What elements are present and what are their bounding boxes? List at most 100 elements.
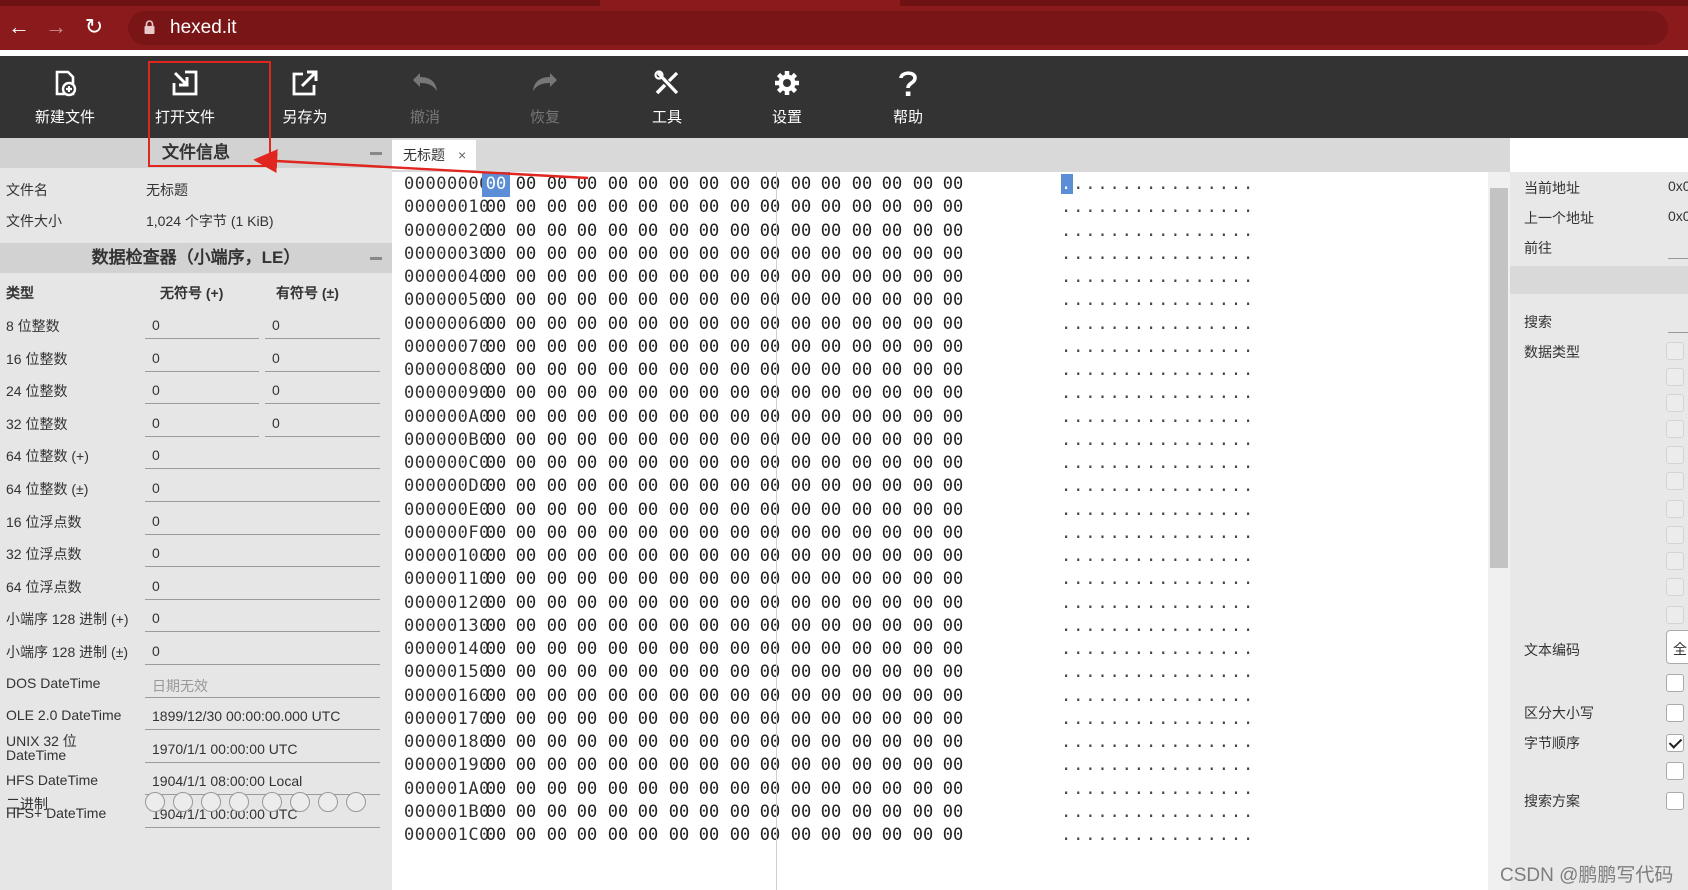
hex-byte[interactable]: 00 [512,430,540,450]
hex-byte[interactable]: 00 [543,407,571,427]
hex-byte[interactable]: 00 [726,779,754,799]
hex-byte[interactable]: 00 [939,523,967,543]
hex-byte[interactable]: 00 [665,383,693,403]
hex-byte[interactable]: 00 [726,360,754,380]
hex-byte[interactable]: 00 [787,500,815,520]
data-type-checkbox[interactable] [1666,606,1684,624]
hex-byte[interactable]: 00 [604,174,632,194]
hex-byte[interactable]: 00 [939,337,967,357]
ascii-column[interactable]: ................ [1061,709,1255,729]
hex-byte[interactable]: 00 [573,546,601,566]
hex-byte[interactable]: 00 [512,593,540,613]
hex-byte[interactable]: 00 [939,174,967,194]
hex-byte[interactable]: 00 [695,755,723,775]
hex-byte[interactable]: 00 [726,546,754,566]
hex-byte[interactable]: 00 [726,755,754,775]
hex-byte[interactable]: 00 [512,825,540,845]
hex-byte[interactable]: 00 [878,569,906,589]
new-file-button[interactable]: 新建文件 [0,56,130,138]
hex-byte[interactable]: 00 [878,244,906,264]
hex-byte[interactable]: 00 [604,476,632,496]
bit-toggle[interactable] [262,792,282,812]
hex-byte[interactable]: 00 [482,825,510,845]
hex-byte[interactable]: 00 [909,825,937,845]
ascii-cursor[interactable]: . [1061,174,1074,194]
ascii-column[interactable]: ................ [1061,337,1255,357]
hex-byte[interactable]: 00 [756,593,784,613]
hex-byte[interactable]: 00 [726,197,754,217]
hex-byte[interactable]: 00 [634,500,662,520]
hex-byte[interactable]: 00 [695,407,723,427]
hex-byte[interactable]: 00 [787,430,815,450]
hex-byte[interactable]: 00 [512,779,540,799]
hex-byte[interactable]: 00 [512,569,540,589]
hex-byte[interactable]: 00 [634,360,662,380]
hex-byte[interactable]: 00 [573,732,601,752]
hex-byte[interactable]: 00 [695,337,723,357]
hex-byte[interactable]: 00 [909,639,937,659]
hex-byte[interactable]: 00 [634,686,662,706]
hex-byte[interactable]: 00 [817,616,845,636]
hex-byte[interactable]: 00 [939,686,967,706]
bit-toggle[interactable] [229,792,249,812]
hex-byte[interactable]: 00 [787,779,815,799]
hex-byte[interactable]: 00 [878,337,906,357]
hex-byte[interactable]: 00 [939,593,967,613]
hex-byte[interactable]: 00 [787,546,815,566]
hex-byte[interactable]: 00 [543,546,571,566]
hex-byte[interactable]: 00 [909,174,937,194]
hex-byte[interactable]: 00 [756,825,784,845]
hex-byte[interactable]: 00 [787,314,815,334]
hex-byte[interactable]: 00 [512,523,540,543]
hex-byte[interactable]: 00 [878,314,906,334]
hex-byte[interactable]: 00 [573,197,601,217]
hex-byte[interactable]: 00 [543,616,571,636]
hex-byte[interactable]: 00 [512,476,540,496]
hex-byte[interactable]: 00 [848,430,876,450]
hex-byte[interactable]: 00 [787,337,815,357]
hex-byte[interactable]: 00 [573,500,601,520]
hex-byte[interactable]: 00 [756,709,784,729]
hex-byte[interactable]: 00 [909,709,937,729]
value-field[interactable]: 0 [145,539,380,568]
hex-byte[interactable]: 00 [817,453,845,473]
hex-byte[interactable]: 00 [787,453,815,473]
hex-byte[interactable]: 00 [573,593,601,613]
hex-byte[interactable]: 00 [604,593,632,613]
hex-byte[interactable]: 00 [665,407,693,427]
hex-byte[interactable]: 00 [787,802,815,822]
hex-byte[interactable]: 00 [878,686,906,706]
hex-byte[interactable]: 00 [939,616,967,636]
collapse-icon[interactable] [370,152,382,155]
hex-byte[interactable]: 00 [909,569,937,589]
hex-byte[interactable]: 00 [787,709,815,729]
hex-byte[interactable]: 00 [543,244,571,264]
data-type-checkbox[interactable] [1666,446,1684,464]
hex-byte[interactable]: 00 [634,314,662,334]
hex-byte[interactable]: 00 [909,383,937,403]
hex-byte[interactable]: 00 [665,500,693,520]
hex-byte[interactable]: 00 [512,802,540,822]
hex-byte[interactable]: 00 [848,755,876,775]
hex-byte[interactable]: 00 [695,546,723,566]
hex-byte[interactable]: 00 [665,546,693,566]
hex-byte[interactable]: 00 [634,802,662,822]
hex-byte[interactable]: 00 [726,709,754,729]
hex-byte[interactable]: 00 [482,407,510,427]
ascii-column[interactable]: ................ [1061,476,1255,496]
hex-byte[interactable]: 00 [726,430,754,450]
hex-byte[interactable]: 00 [787,593,815,613]
hex-byte[interactable]: 00 [878,407,906,427]
hex-byte[interactable]: 00 [848,290,876,310]
hex-byte[interactable]: 00 [939,639,967,659]
hex-byte[interactable]: 00 [787,616,815,636]
hex-byte[interactable]: 00 [573,314,601,334]
hex-byte[interactable]: 00 [695,197,723,217]
hex-byte[interactable]: 00 [512,546,540,566]
hex-byte[interactable]: 00 [726,383,754,403]
hex-byte[interactable]: 00 [909,732,937,752]
hex-byte[interactable]: 00 [726,616,754,636]
hex-byte[interactable]: 00 [848,662,876,682]
hex-byte[interactable]: 00 [817,244,845,264]
hex-byte[interactable]: 00 [726,453,754,473]
